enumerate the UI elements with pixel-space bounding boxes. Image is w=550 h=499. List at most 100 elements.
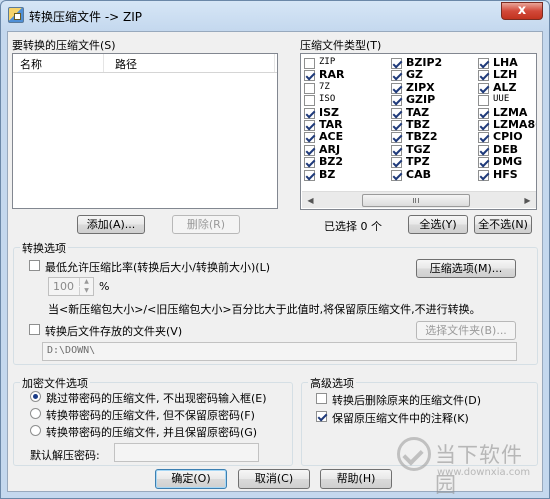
close-button[interactable]: x — [501, 2, 543, 20]
delete-file-button[interactable]: 删除(R) — [172, 215, 240, 234]
select-none-button[interactable]: 全不选(N) — [474, 215, 532, 234]
ratio-value-spinner[interactable]: 100 ▲ ▼ — [48, 277, 94, 296]
dialog-client-area: 要转换的压缩文件(S) 名称 路径 添加(A)... 删除(R) 压缩文件类型(… — [7, 31, 543, 492]
archive-type-label: LZMA86 — [493, 118, 536, 131]
encryption-options-title: 加密文件选项 — [20, 375, 90, 391]
add-file-button[interactable]: 添加(A)... — [77, 215, 145, 234]
default-password-field[interactable] — [114, 443, 259, 462]
archive-type-checkbox[interactable] — [391, 132, 402, 144]
archive-type-checkbox[interactable] — [478, 144, 489, 156]
archive-type-checkbox[interactable] — [304, 169, 315, 181]
archive-type-checkbox[interactable] — [391, 95, 402, 107]
archive-type-label: ZIP — [319, 57, 336, 67]
archive-type-label: BZ2 — [319, 155, 344, 169]
archive-type-label: RAR — [319, 68, 345, 82]
archive-type-label: GZIP — [406, 93, 436, 107]
ratio-value: 100 — [53, 280, 74, 293]
encryption-option-label: 跳过带密码的压缩文件, 不出现密码输入框(E) — [46, 392, 267, 405]
horizontal-scrollbar[interactable]: ◀ ▶ — [302, 191, 536, 208]
archive-type-checkbox[interactable] — [478, 70, 489, 82]
column-name-header[interactable]: 名称 — [20, 56, 42, 72]
archive-type-label: TBZ2 — [406, 130, 438, 144]
scrollbar-grip-icon — [413, 198, 419, 203]
archive-type-checkbox[interactable] — [391, 70, 402, 82]
archive-type-checkbox[interactable] — [391, 82, 402, 94]
archive-type-label: ISO — [319, 94, 336, 105]
archive-type-label: TPZ — [406, 155, 430, 169]
archive-type-checkbox[interactable] — [478, 120, 489, 131]
archive-type-label: CPIO — [493, 130, 523, 144]
ratio-checkbox[interactable] — [29, 260, 40, 271]
encryption-option-label: 转换带密码的压缩文件, 并且保留原密码(G) — [46, 426, 258, 439]
archive-type-label: LHA — [493, 56, 518, 69]
files-listbox[interactable]: 名称 路径 — [12, 53, 278, 209]
archive-type-label: ACE — [319, 130, 344, 144]
ok-button[interactable]: 确定(O) — [155, 469, 227, 489]
folder-checkbox[interactable] — [29, 324, 40, 335]
watermark-url: www.downxia.com — [437, 467, 531, 478]
archive-type-label: LZMA — [493, 105, 528, 119]
archive-type-label: ALZ — [493, 80, 517, 94]
scrollbar-thumb[interactable] — [362, 194, 470, 207]
encryption-option-radio[interactable] — [30, 425, 41, 436]
archive-type-checkbox[interactable] — [391, 58, 402, 69]
cancel-button[interactable]: 取消(C) — [238, 469, 310, 489]
archive-type-checkbox[interactable] — [391, 120, 402, 131]
archive-type-checkbox[interactable] — [478, 95, 489, 107]
column-path-header[interactable]: 路径 — [115, 56, 137, 72]
folder-path-field[interactable]: D:\DOWN\ — [42, 342, 517, 361]
column-separator — [274, 54, 275, 72]
archive-type-checkbox[interactable] — [478, 132, 489, 144]
archive-type-label: HFS — [493, 167, 518, 181]
scroll-right-arrow-icon[interactable]: ▶ — [520, 193, 535, 208]
archive-type-checkbox[interactable] — [304, 58, 315, 69]
keep-comment-label: 保留原压缩文件中的注释(K) — [332, 412, 469, 425]
encryption-option-radio[interactable] — [30, 391, 41, 402]
choose-folder-button[interactable]: 选择文件夹(B)... — [416, 321, 516, 340]
archive-type-label: TGZ — [406, 142, 431, 156]
files-list-header: 名称 路径 — [13, 54, 277, 73]
watermark: 当下软件园 www.downxia.com — [397, 433, 541, 497]
spin-up-arrow-icon[interactable]: ▲ — [79, 278, 93, 286]
archive-type-checkbox[interactable] — [478, 107, 489, 119]
archive-type-checkbox[interactable] — [304, 70, 315, 82]
archive-types-listbox[interactable]: ZIP RAR 7Z ISO ISZ TAR ACE ARJ BZ2 BZ BZIP2 GZ ZIPX G… — [300, 53, 537, 210]
folder-checkbox-label: 转换后文件存放的文件夹(V) — [45, 325, 183, 338]
encryption-option-label: 转换带密码的压缩文件, 但不保留原密码(F) — [46, 409, 255, 422]
keep-comment-checkbox[interactable] — [316, 411, 327, 422]
files-list-label: 要转换的压缩文件(S) — [12, 39, 116, 52]
select-all-button[interactable]: 全选(Y) — [408, 215, 468, 234]
delete-original-checkbox[interactable] — [316, 393, 327, 404]
archive-type-checkbox[interactable] — [304, 120, 315, 131]
archive-type-checkbox[interactable] — [478, 82, 489, 94]
archive-type-label: TAR — [319, 118, 343, 131]
delete-original-label: 转换后删除原来的压缩文件(D) — [332, 394, 482, 407]
archive-type-checkbox[interactable] — [304, 95, 315, 107]
archive-type-label: BZ — [319, 167, 336, 181]
archive-type-label: ZIPX — [406, 80, 435, 94]
archive-type-checkbox[interactable] — [304, 107, 315, 119]
scroll-left-arrow-icon[interactable]: ◀ — [303, 193, 318, 208]
archive-types-grid: ZIP RAR 7Z ISO ISZ TAR ACE ARJ BZ2 BZ BZIP2 GZ ZIPX G… — [301, 54, 536, 181]
archive-type-checkbox[interactable] — [391, 144, 402, 156]
archive-type-checkbox[interactable] — [304, 132, 315, 144]
archive-type-checkbox[interactable] — [391, 169, 402, 181]
archive-type-checkbox[interactable] — [391, 157, 402, 169]
archive-type-checkbox[interactable] — [478, 157, 489, 169]
archive-type-checkbox[interactable] — [391, 107, 402, 119]
archive-type-checkbox[interactable] — [478, 58, 489, 69]
archive-type-label: ISZ — [319, 105, 339, 119]
spin-down-arrow-icon[interactable]: ▼ — [79, 287, 93, 295]
encryption-option-radio[interactable] — [30, 408, 41, 419]
archive-type-label: LZH — [493, 68, 518, 82]
archive-type-checkbox[interactable] — [304, 144, 315, 156]
archive-type-checkbox[interactable] — [304, 157, 315, 169]
archive-type-checkbox[interactable] — [478, 169, 489, 181]
compress-options-button[interactable]: 压缩选项(M)... — [416, 259, 516, 278]
archive-type-checkbox[interactable] — [304, 82, 315, 94]
help-button[interactable]: 帮助(H) — [320, 469, 392, 489]
default-password-label: 默认解压密码: — [30, 449, 100, 462]
archive-type-label: TAZ — [406, 105, 430, 119]
archive-type-label: 7Z — [319, 81, 330, 92]
archive-type-label: DEB — [493, 142, 519, 156]
